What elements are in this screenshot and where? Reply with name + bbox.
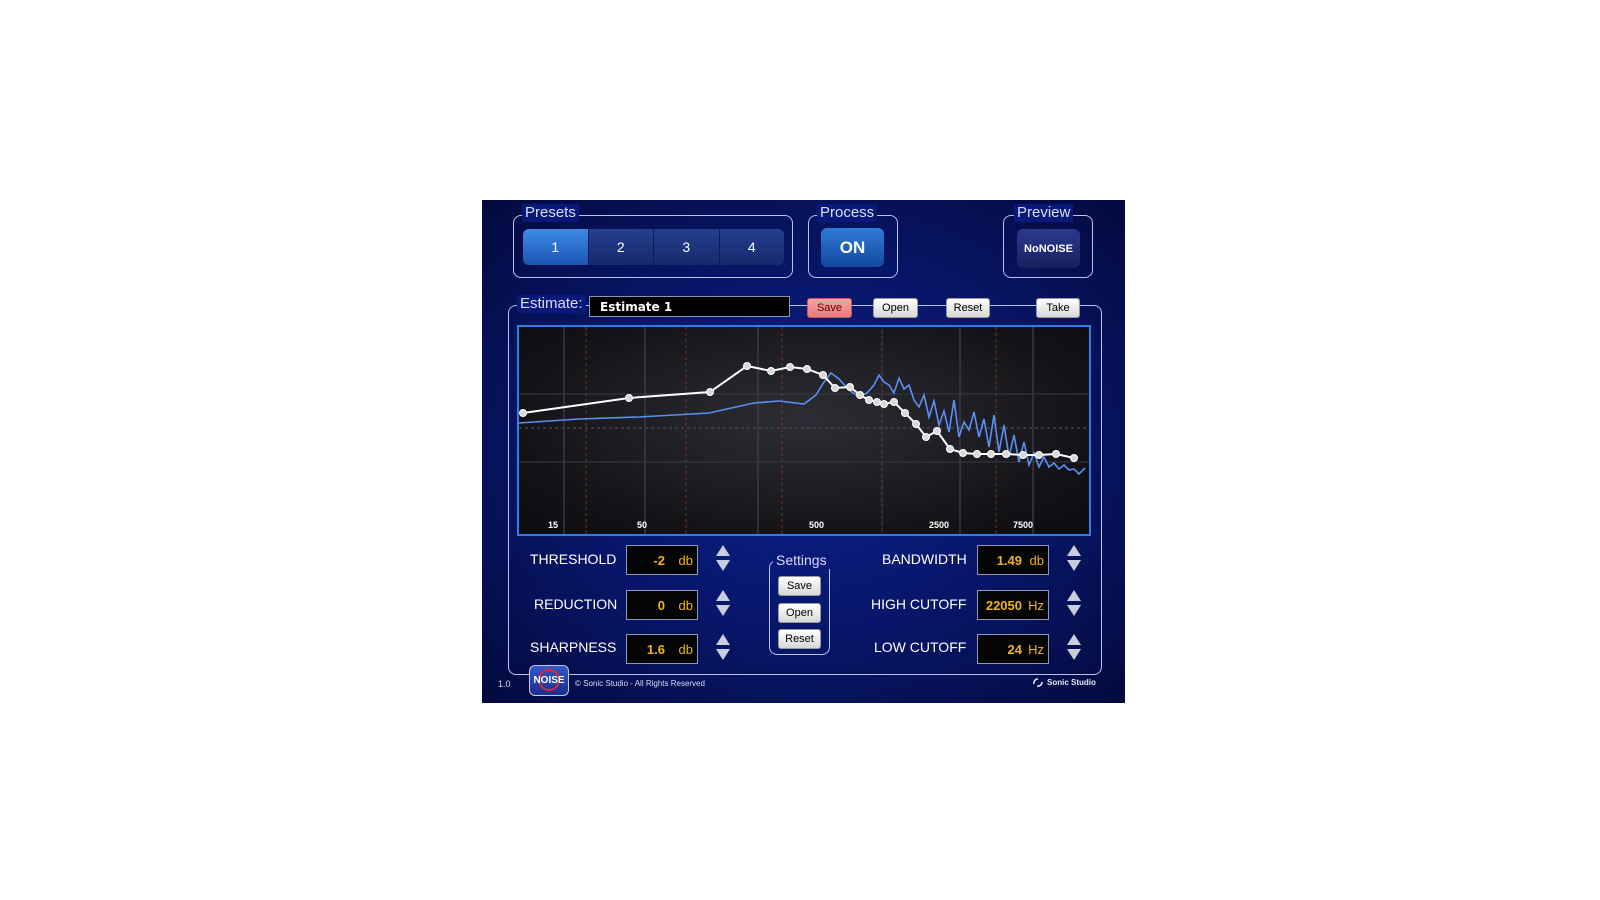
noise-logo-text: NOISE — [533, 675, 565, 686]
threshold-unit: db — [678, 553, 693, 568]
preview-group: Preview NoNOISE — [1003, 204, 1093, 278]
freq-label-500: 500 — [809, 520, 824, 530]
threshold-value: -2 — [653, 553, 665, 568]
presets-group: Presets 1 2 3 4 — [513, 204, 793, 278]
process-label: Process — [817, 204, 878, 222]
freq-label-15: 15 — [548, 520, 558, 530]
low-cutoff-value-field[interactable]: 24 Hz — [977, 634, 1049, 664]
presets-segmented-control: 1 2 3 4 — [523, 229, 784, 265]
reduction-stepper-icon[interactable] — [716, 590, 730, 618]
estimate-save-button[interactable]: Save — [807, 298, 852, 318]
low-cutoff-label: LOW CUTOFF — [874, 639, 967, 655]
sharpness-value-field[interactable]: 1.6 db — [626, 634, 698, 664]
settings-group: Settings Save Open Reset — [769, 551, 830, 655]
bandwidth-value: 1.49 — [996, 553, 1022, 568]
sonic-studio-logo-icon — [1033, 678, 1043, 687]
high-cutoff-label: HIGH CUTOFF — [871, 596, 967, 612]
settings-save-button[interactable]: Save — [778, 576, 821, 596]
reduction-unit: db — [678, 598, 693, 613]
estimate-reset-button[interactable]: Reset — [946, 298, 990, 318]
preset-1-button[interactable]: 1 — [523, 229, 589, 265]
bandwidth-value-field[interactable]: 1.49 db — [977, 545, 1049, 575]
estimate-control-points[interactable] — [519, 362, 1078, 462]
bandwidth-unit: db — [1029, 553, 1044, 568]
reduction-label: REDUCTION — [534, 596, 618, 612]
settings-open-button[interactable]: Open — [778, 603, 821, 623]
preset-2-button[interactable]: 2 — [589, 229, 654, 265]
threshold-stepper-icon[interactable] — [716, 545, 730, 573]
estimate-name-field[interactable]: Estimate 1 — [589, 296, 790, 317]
brand: Sonic Studio — [1032, 676, 1096, 688]
settings-label: Settings — [773, 551, 830, 569]
preset-4-button[interactable]: 4 — [720, 229, 785, 265]
high-cutoff-value: 22050 — [985, 598, 1022, 613]
low-cutoff-value: 24 — [1007, 642, 1022, 657]
reduction-value-field[interactable]: 0 db — [626, 590, 698, 620]
nonoise-plugin-window: Presets 1 2 3 4 Process ON Preview NoNOI… — [482, 200, 1125, 703]
estimate-label: Estimate: — [517, 295, 586, 313]
sharpness-stepper-icon[interactable] — [716, 634, 730, 662]
preview-nonoise-button[interactable]: NoNOISE — [1017, 229, 1080, 268]
freq-label-7500: 7500 — [1013, 520, 1033, 530]
estimate-open-button[interactable]: Open — [873, 298, 918, 318]
low-cutoff-stepper-icon[interactable] — [1067, 634, 1081, 662]
freq-label-2500: 2500 — [929, 520, 949, 530]
spectrum-curve — [519, 371, 1086, 476]
sharpness-value: 1.6 — [646, 642, 665, 657]
noise-estimate-graph[interactable]: 15 50 500 2500 7500 — [517, 325, 1091, 536]
bandwidth-label: BANDWIDTH — [882, 551, 967, 567]
version-label: 1.0 — [498, 679, 511, 689]
estimate-curve — [522, 364, 1075, 459]
high-cutoff-value-field[interactable]: 22050 Hz — [977, 590, 1049, 620]
preview-label: Preview — [1014, 204, 1074, 222]
process-on-button[interactable]: ON — [821, 228, 884, 267]
bandwidth-stepper-icon[interactable] — [1067, 545, 1081, 573]
threshold-label: THRESHOLD — [530, 551, 617, 567]
sharpness-label: SHARPNESS — [530, 639, 617, 655]
presets-label: Presets — [522, 204, 579, 222]
estimate-take-button[interactable]: Take — [1036, 298, 1080, 318]
process-group: Process ON — [808, 204, 898, 278]
graph-svg: 15 50 500 2500 7500 — [519, 327, 1089, 534]
preset-3-button[interactable]: 3 — [654, 229, 720, 265]
high-cutoff-stepper-icon[interactable] — [1067, 590, 1081, 618]
grid-lines — [563, 327, 1034, 534]
settings-reset-button[interactable]: Reset — [778, 629, 821, 649]
copyright-text: © Sonic Studio - All Rights Reserved — [575, 679, 705, 688]
freq-label-50: 50 — [637, 520, 647, 530]
threshold-value-field[interactable]: -2 db — [626, 545, 698, 575]
brand-text: Sonic Studio — [1047, 677, 1096, 687]
sharpness-unit: db — [678, 642, 693, 657]
reduction-value: 0 — [657, 598, 665, 613]
low-cutoff-unit: Hz — [1028, 642, 1044, 657]
no-noise-logo-icon: NOISE — [529, 665, 569, 696]
high-cutoff-unit: Hz — [1028, 598, 1044, 613]
